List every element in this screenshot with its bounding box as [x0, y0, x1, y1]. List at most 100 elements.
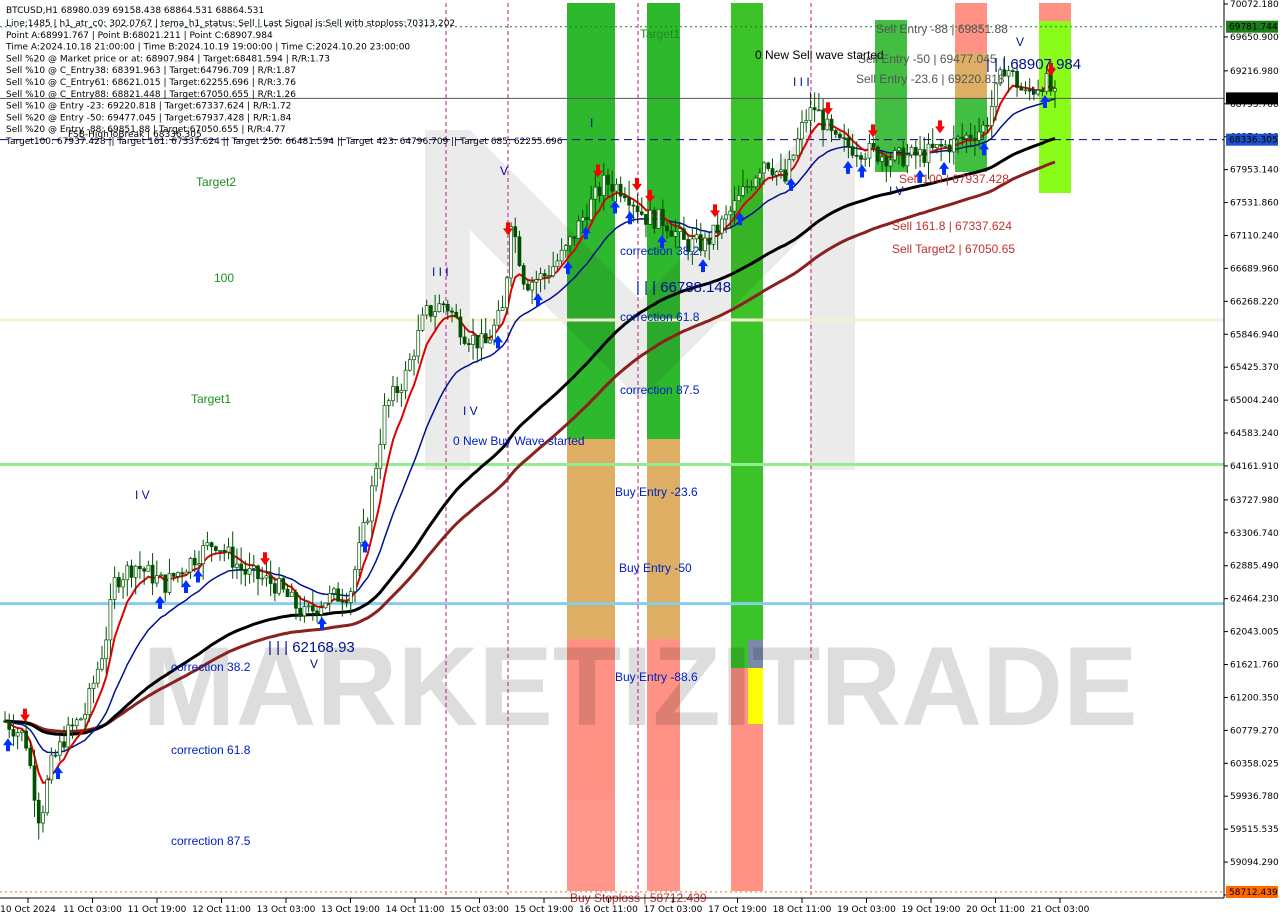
y-tick-label: 69216.980	[1230, 67, 1279, 77]
annotation-label: Buy Entry -50	[619, 561, 692, 575]
candle-body	[593, 186, 598, 200]
candle-body	[863, 157, 868, 160]
y-tick-label: 67953.140	[1230, 166, 1279, 176]
candle-body	[235, 563, 239, 568]
candle-body	[724, 214, 728, 220]
candle-body	[576, 220, 581, 239]
candle-body	[715, 224, 720, 234]
candle-body	[306, 605, 311, 608]
x-tick-label: 17 Oct 19:00	[708, 905, 767, 915]
symbol-line: BTCUSD,H1 68980.039 69158.438 68864.531 …	[6, 6, 264, 16]
band-salmon-low	[647, 799, 680, 891]
annotation-label: Buy Entry -23.6	[615, 485, 698, 499]
candle-body	[741, 186, 745, 196]
candle-body	[437, 303, 442, 313]
candle-body	[239, 563, 243, 570]
y-tick-label: 67531.860	[1230, 199, 1279, 209]
candle-body	[542, 273, 547, 277]
info-line: Sell %20 @ Market price or at: 68907.984…	[6, 54, 330, 64]
candle-body	[833, 130, 838, 135]
candle-body	[133, 565, 138, 578]
candle-body	[694, 234, 699, 240]
candle-body	[424, 305, 429, 316]
candle-body	[842, 137, 847, 140]
candle-body	[783, 169, 787, 182]
candle-body	[319, 607, 324, 615]
candle-body	[968, 134, 973, 139]
candle-body	[361, 522, 366, 544]
candle-body	[905, 154, 910, 167]
candle-body	[445, 304, 450, 312]
x-tick-label: 11 Oct 03:00	[63, 905, 122, 915]
price-chart[interactable]: MARKETIZITRADE Target1Target2100Target1S…	[0, 0, 1280, 920]
y-tick-label: 64161.910	[1230, 462, 1279, 472]
candle-body	[994, 83, 998, 107]
candle-body	[336, 588, 340, 602]
candle-body	[977, 131, 981, 141]
candle-body	[812, 107, 817, 111]
x-tick-label: 12 Oct 11:00	[192, 905, 251, 915]
candle-body	[1053, 88, 1057, 92]
candle-body	[391, 386, 395, 402]
candle-body	[930, 143, 935, 148]
candle-body	[597, 186, 602, 196]
chart-window[interactable]: MARKETIZITRADE Target1 Target2 100 Target1 S…	[0, 0, 1280, 920]
candle-body	[753, 177, 758, 187]
info-line: Sell %10 @ Entry -23: 69220.818 | Target…	[6, 102, 291, 112]
y-tick-label: 64583.240	[1230, 429, 1279, 439]
candle-body	[854, 154, 859, 157]
candle-body	[201, 545, 206, 565]
candle-body	[589, 198, 593, 221]
y-tick-label: 65425.370	[1230, 363, 1279, 373]
candle-body	[277, 578, 281, 594]
y-tick-label: 62885.490	[1230, 562, 1279, 572]
candle-body	[57, 741, 62, 756]
candle-body	[876, 146, 880, 162]
band-green	[731, 3, 763, 668]
info-line: Time A:2024.10.18 21:00:00 | Time B:2024…	[5, 43, 410, 53]
annotation-label: V	[500, 164, 508, 178]
candle-body	[698, 234, 703, 252]
candle-body	[159, 574, 163, 577]
annotation-label: Buy Entry -88.6	[615, 670, 698, 684]
candle-body	[703, 237, 707, 252]
candle-body	[45, 779, 50, 814]
candle-body	[7, 720, 12, 730]
candle-body	[74, 719, 79, 727]
candle-body	[762, 162, 766, 174]
band-orange	[647, 439, 680, 639]
candle-body	[829, 118, 834, 131]
y-tick-label: 63306.740	[1230, 529, 1279, 539]
candle-body	[859, 155, 863, 160]
candle-body	[563, 245, 568, 251]
x-tick-label: 18 Oct 11:00	[773, 905, 832, 915]
annotation-label: Target1	[191, 392, 231, 406]
x-tick-label: 15 Oct 19:00	[515, 905, 574, 915]
candle-body	[382, 405, 387, 445]
candle-body	[521, 265, 526, 285]
candle-body	[707, 237, 712, 245]
candle-body	[251, 565, 256, 569]
candle-body	[467, 343, 471, 345]
candle-body	[230, 546, 235, 568]
candle-body	[226, 546, 231, 553]
candle-body	[884, 156, 889, 167]
candle-body	[745, 186, 750, 189]
candle-body	[1036, 89, 1040, 95]
candle-body	[677, 228, 682, 233]
candle-body	[682, 228, 686, 240]
candle-body	[732, 200, 737, 212]
candle-body	[669, 230, 674, 237]
price-tag-label: 68336.305	[1229, 136, 1278, 146]
candle-body	[568, 236, 572, 247]
candle-body	[441, 303, 446, 306]
candle-body	[218, 550, 222, 552]
candle-body	[150, 564, 155, 584]
candle-body	[635, 205, 640, 213]
candle-body	[264, 575, 269, 579]
candle-body	[32, 765, 37, 801]
candle-body	[580, 217, 585, 222]
candle-body	[606, 174, 610, 185]
candle-body	[981, 124, 986, 133]
candle-body	[28, 747, 33, 767]
